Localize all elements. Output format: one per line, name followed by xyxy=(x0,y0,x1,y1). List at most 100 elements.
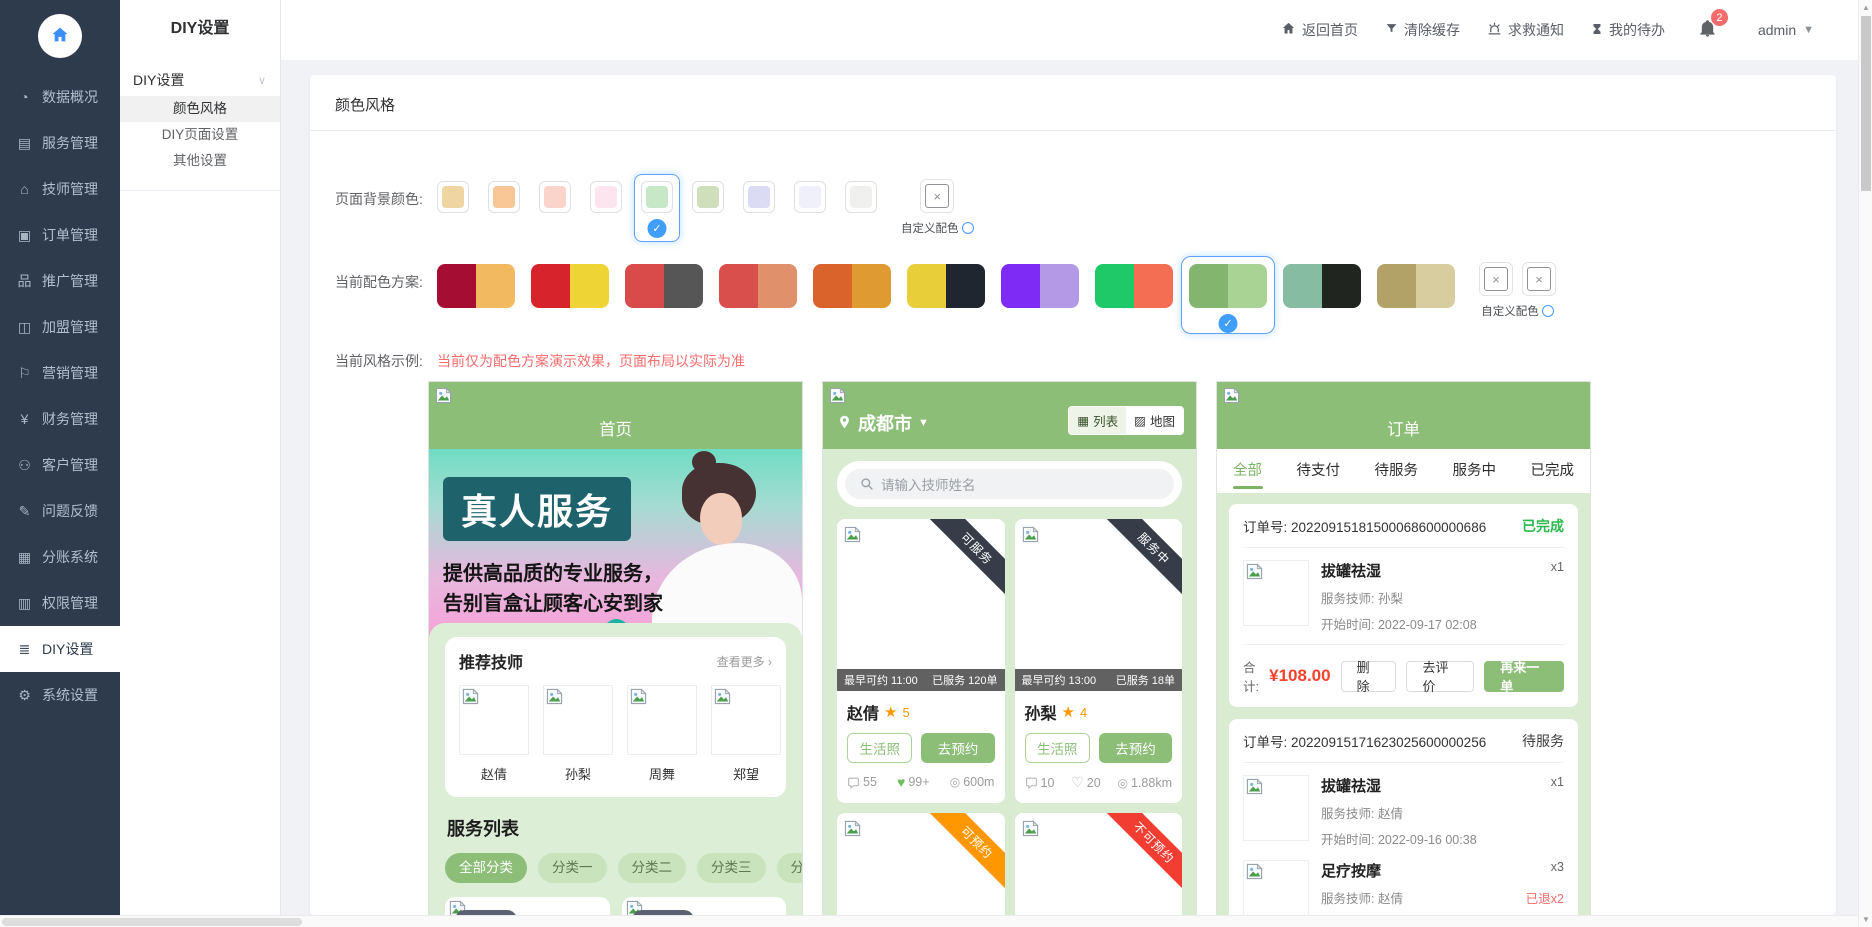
order-tab-1: 待支付 xyxy=(1297,449,1341,493)
scheme-swatch-10[interactable] xyxy=(1377,264,1455,308)
category-pill-4: 分类四 xyxy=(777,853,804,883)
sidebar-item-franchise[interactable]: ◫加盟管理 xyxy=(0,304,120,350)
sidebar-item-pie-chart[interactable]: ◔数据概况 xyxy=(0,74,120,120)
sidebar-item-split-account[interactable]: ▦分账系统 xyxy=(0,534,120,580)
tech-card-name: 赵倩★5 xyxy=(847,700,995,724)
bg-color-swatch-8[interactable] xyxy=(845,181,877,213)
sidebar-item-diy[interactable]: ≣DIY设置 xyxy=(0,626,120,672)
my-todo-link[interactable]: 我的待办 xyxy=(1591,20,1665,40)
vertical-scrollbar[interactable]: ▲ ▼ xyxy=(1858,0,1872,927)
service-name: 足疗按摩 xyxy=(1321,860,1381,881)
submenu-item-1[interactable]: DIY页面设置 xyxy=(120,122,280,148)
scheme-swatch-2[interactable] xyxy=(625,264,703,308)
franchise-icon: ◫ xyxy=(16,319,33,336)
submenu-group-diy[interactable]: DIY设置 ∨ xyxy=(120,64,280,96)
style-previews: 首页 真人服务 提供高品质的专业服务， 告别盲盒让顾客心安到家 立即加入 xyxy=(428,381,1811,915)
city-selector: 成都市 ▼ xyxy=(837,410,929,436)
notification-badge: 2 xyxy=(1711,9,1728,26)
scheme-swatch-8[interactable] xyxy=(1189,264,1267,308)
split-account-icon: ▦ xyxy=(16,549,33,566)
bell-icon xyxy=(1698,25,1717,41)
bg-color-swatch-6[interactable] xyxy=(743,181,775,213)
tech-name: 周舞 xyxy=(627,764,697,783)
bg-color-swatch-4[interactable] xyxy=(641,181,673,213)
toggle-map: ▨地图 xyxy=(1126,407,1183,434)
divider xyxy=(1243,762,1564,763)
preview-home-header: 首页 xyxy=(429,382,802,449)
scheme-swatch-7[interactable] xyxy=(1095,264,1173,308)
sidebar-item-marketing[interactable]: ⚐营销管理 xyxy=(0,350,120,396)
broken-image-icon xyxy=(714,688,731,705)
my-todo-label: 我的待办 xyxy=(1609,20,1665,40)
home-icon xyxy=(50,25,70,48)
sidebar-item-permissions[interactable]: ▥权限管理 xyxy=(0,580,120,626)
back-home-link[interactable]: 返回首页 xyxy=(1281,20,1358,40)
clear-cache-label: 清除缓存 xyxy=(1404,20,1460,40)
scroll-up-arrow[interactable]: ▲ xyxy=(1859,3,1872,12)
scheme-swatch-9[interactable] xyxy=(1283,264,1361,308)
primary-nav: ◔数据概况▤服务管理⌂技师管理▣订单管理品推广管理◫加盟管理⚐营销管理¥财务管理… xyxy=(0,74,120,718)
sidebar-item-technician[interactable]: ⌂技师管理 xyxy=(0,166,120,212)
bg-color-swatch-2[interactable] xyxy=(539,181,571,213)
preview-home-title: 首页 xyxy=(429,416,802,440)
sos-notice-link[interactable]: 求救通知 xyxy=(1487,20,1564,40)
sidebar-item-service[interactable]: ▤服务管理 xyxy=(0,120,120,166)
custom-scheme-radio[interactable] xyxy=(1542,305,1554,317)
chevron-down-icon: ∨ xyxy=(258,74,266,87)
total-amount: ¥108.00 xyxy=(1269,666,1330,686)
review-button: 去评价 xyxy=(1406,661,1474,692)
user-menu[interactable]: admin ▼ xyxy=(1758,22,1814,38)
horizontal-scroll-thumb[interactable] xyxy=(2,918,302,926)
scheme-swatch-5[interactable] xyxy=(907,264,985,308)
scheme-swatch-6[interactable] xyxy=(1001,264,1079,308)
bg-color-swatch-1[interactable] xyxy=(488,181,520,213)
vertical-scroll-thumb[interactable] xyxy=(1861,16,1871,191)
scheme-swatch-3[interactable] xyxy=(719,264,797,308)
custom-color-radio[interactable] xyxy=(962,222,974,234)
submenu-item-2[interactable]: 其他设置 xyxy=(120,148,280,174)
service-cards-partial xyxy=(445,897,786,915)
clear-cache-link[interactable]: 清除缓存 xyxy=(1385,20,1460,40)
bg-color-swatch-5[interactable] xyxy=(692,181,724,213)
tech-card-stats: 55♥99+◎600m xyxy=(847,774,995,790)
item-time: 开始时间: 2022-09-17 02:08 xyxy=(1321,614,1477,633)
tech-card-partial: 不可预约 xyxy=(1015,813,1183,915)
secondary-sidebar: DIY设置 DIY设置 ∨ 颜色风格DIY页面设置其他设置 xyxy=(120,0,281,927)
sidebar-item-system[interactable]: ⚙系统设置 xyxy=(0,672,120,718)
app-logo[interactable] xyxy=(38,14,82,58)
custom-color-box[interactable]: × xyxy=(920,179,954,213)
bg-color-swatch-3[interactable] xyxy=(590,181,622,213)
tech-cards: 可服务最早可约 11:00已服务 120单赵倩★5生活照去预约55♥99+◎60… xyxy=(823,519,1196,803)
custom-scheme-box-1[interactable]: × xyxy=(1479,262,1513,296)
life-photo-button: 生活照 xyxy=(847,733,912,763)
banner-line2: 告别盲盒让顾客心安到家 xyxy=(443,587,663,616)
sidebar-item-label: 推广管理 xyxy=(42,271,98,291)
custom-scheme-box-2[interactable]: × xyxy=(1522,262,1556,296)
notification-bell[interactable]: 2 xyxy=(1698,19,1717,41)
preview-orders: 订单 全部待支付待服务服务中已完成 订单号: 20220915181500068… xyxy=(1216,381,1591,915)
order-number: 订单号: 20220915171623025600000256 xyxy=(1243,731,1486,751)
bg-color-swatch-0[interactable] xyxy=(437,181,469,213)
search-icon xyxy=(860,477,874,491)
status-ribbon: 服务中 xyxy=(1100,519,1182,603)
sidebar-item-orders[interactable]: ▣订单管理 xyxy=(0,212,120,258)
scroll-down-arrow[interactable]: ▼ xyxy=(1859,915,1872,924)
sidebar-item-label: DIY设置 xyxy=(42,639,93,659)
heart-icon: ♡ xyxy=(1071,774,1084,791)
sidebar-item-customers[interactable]: ⚇客户管理 xyxy=(0,442,120,488)
order-item: 拔罐祛湿x1服务技师: 孙梨开始时间: 2022-09-17 02:08 xyxy=(1243,560,1564,633)
scheme-swatch-1[interactable] xyxy=(531,264,609,308)
bg-color-swatch-7[interactable] xyxy=(794,181,826,213)
sidebar-item-promotion[interactable]: 品推广管理 xyxy=(0,258,120,304)
sidebar-item-feedback[interactable]: ✎问题反馈 xyxy=(0,488,120,534)
scheme-swatch-4[interactable] xyxy=(813,264,891,308)
scheme-swatch-0[interactable] xyxy=(437,264,515,308)
category-pills: 全部分类分类一分类二分类三分类四 xyxy=(445,853,786,883)
banner-model-bun xyxy=(692,451,716,473)
tech-thumb: 赵倩 xyxy=(459,685,529,783)
submenu-item-0[interactable]: 颜色风格 xyxy=(120,96,280,122)
broken-image-icon xyxy=(844,526,861,543)
service-name: 拔罐祛湿 xyxy=(1321,560,1381,581)
horizontal-scrollbar[interactable] xyxy=(0,915,1858,927)
sidebar-item-finance[interactable]: ¥财务管理 xyxy=(0,396,120,442)
